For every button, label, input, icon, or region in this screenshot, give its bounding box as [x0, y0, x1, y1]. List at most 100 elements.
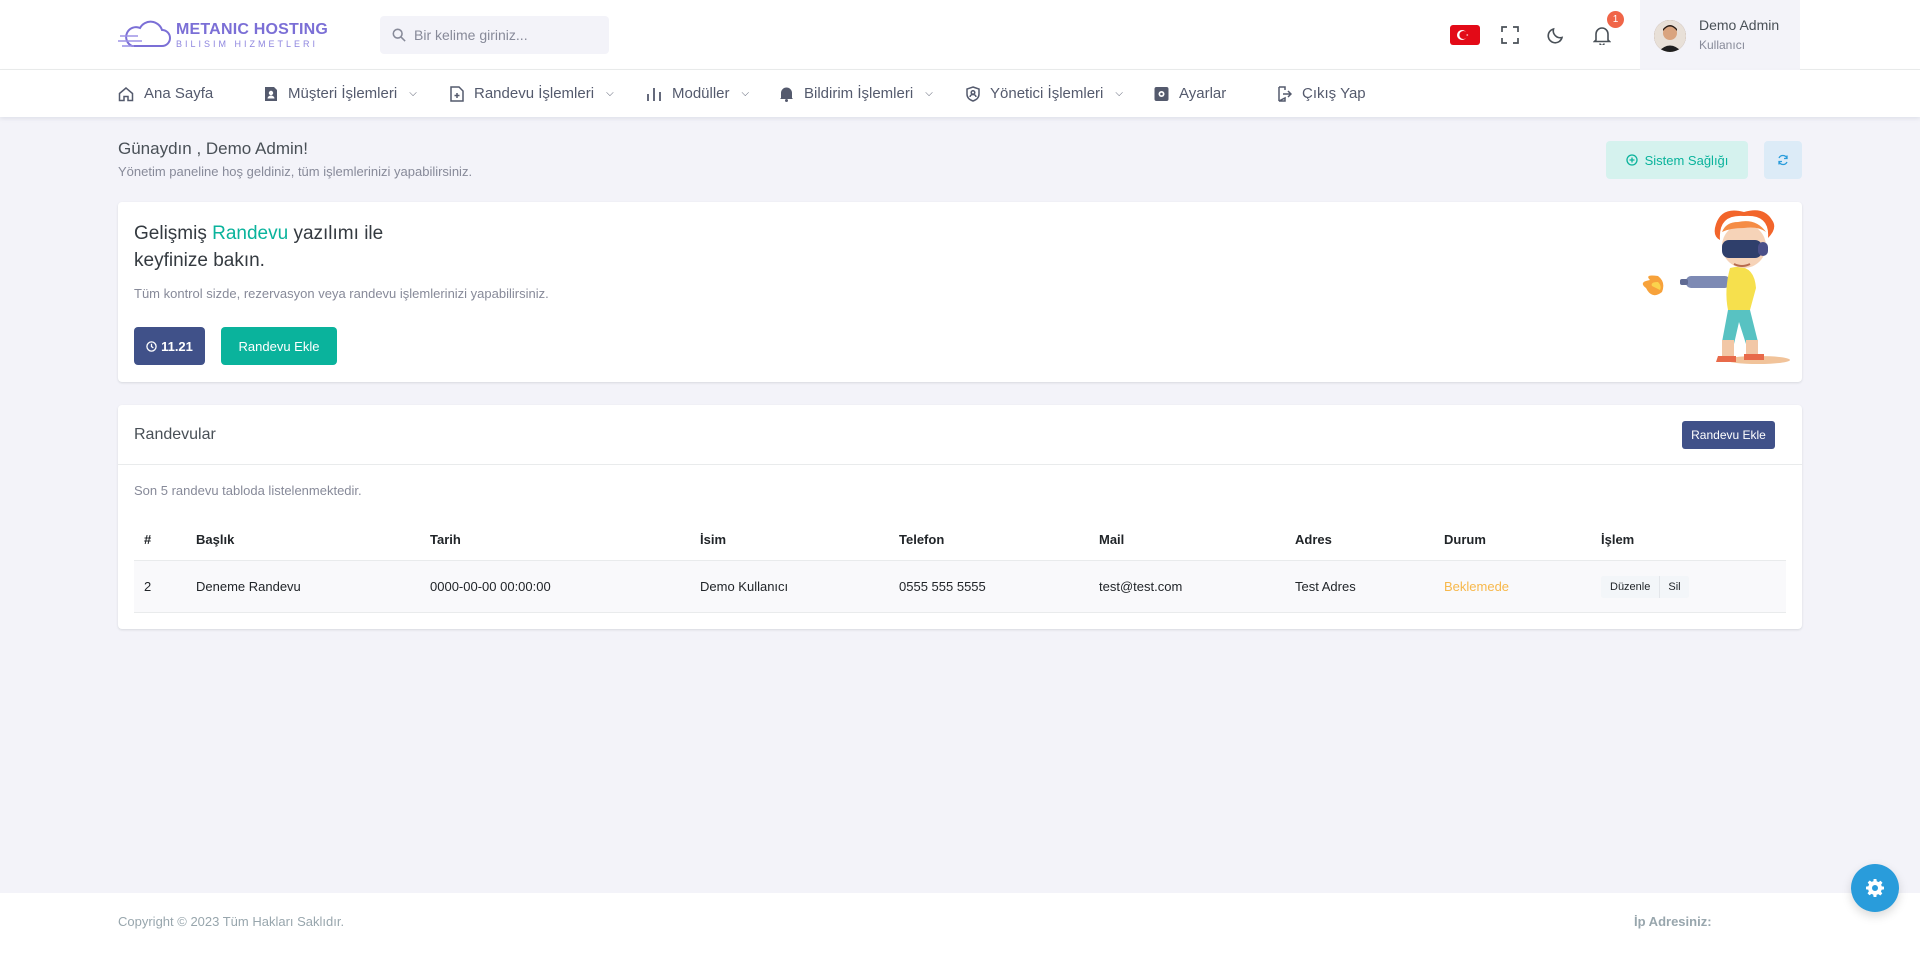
bell-icon: [780, 87, 793, 102]
nav-item-settings[interactable]: Ayarlar: [1154, 70, 1226, 117]
bar-chart-icon: [647, 87, 661, 101]
chevron-down-icon: ⌵: [606, 88, 614, 99]
column-header: İsim: [700, 532, 727, 547]
chevron-down-icon: ⌵: [925, 88, 933, 99]
hero-description: Tüm kontrol sizde, rezervasyon veya rand…: [134, 286, 549, 301]
nav-item-appointments-label: Randevu İşlemleri: [474, 85, 595, 102]
plus-circle-icon: [1625, 154, 1638, 166]
search-icon: [392, 28, 406, 42]
cell-address: Test Adres: [1295, 579, 1356, 594]
table-row: 2 Deneme Randevu 0000-00-00 00:00:00 Dem…: [134, 561, 1786, 613]
nav-item-home[interactable]: Ana Sayfa: [118, 70, 213, 117]
clock-button[interactable]: 11.21: [134, 327, 205, 365]
bell-icon: [1593, 26, 1611, 45]
page-title: Günaydın , Demo Admin!: [118, 139, 308, 158]
clock-icon: [146, 340, 157, 352]
nav-item-settings-label: Ayarlar: [1179, 85, 1227, 102]
appointments-table: # Başlık Tarih İsim Telefon Mail Adres D…: [134, 519, 1786, 613]
search-input[interactable]: [414, 27, 594, 43]
welcome-card: Gelişmiş Randevu yazılımı ile keyfinize …: [118, 202, 1802, 382]
chevron-down-icon: ⌵: [741, 88, 750, 99]
table-header: # Başlık Tarih İsim Telefon Mail Adres D…: [134, 519, 1786, 561]
vr-gamer-illustration: [1642, 210, 1790, 364]
user-menu[interactable]: Demo Admin Kullanıcı: [1640, 0, 1800, 70]
hero-title-accent: Randevu: [212, 223, 289, 244]
moon-icon: [1547, 27, 1564, 44]
cloud-logo-icon: [118, 20, 171, 47]
search-box: [380, 16, 609, 54]
cell-id: 2: [144, 579, 152, 594]
appointments-card: Randevular Randevu Ekle Son 5 randevu ta…: [118, 405, 1802, 629]
user-name: Demo Admin: [1699, 17, 1780, 33]
cell-mail: test@test.com: [1099, 579, 1183, 594]
turkey-flag-icon: [1457, 30, 1469, 40]
nav-item-notifications[interactable]: Bildirim İşlemleri ⌵: [779, 70, 933, 117]
avatar: [1654, 20, 1686, 52]
language-flag-button[interactable]: [1450, 25, 1480, 45]
nav-item-notifications-label: Bildirim İşlemleri: [804, 85, 914, 102]
ip-address-label: İp Adresiniz:: [1634, 914, 1712, 929]
add-appointment-button[interactable]: Randevu Ekle: [221, 327, 337, 365]
nav-item-admin-label: Yönetici İşlemleri: [990, 85, 1104, 102]
hero-title-end: yazılımı ile: [288, 223, 384, 244]
user-avatar-icon: [1654, 20, 1686, 52]
chevron-down-icon: ⌵: [409, 88, 417, 99]
home-icon: [118, 86, 134, 101]
settings-icon: [1154, 86, 1169, 101]
hero-title-start: Gelişmiş: [134, 223, 213, 244]
appointments-card-header: Randevular Randevu Ekle: [118, 405, 1802, 465]
appointments-title: Randevular: [134, 426, 216, 443]
system-health-button[interactable]: Sistem Sağlığı: [1606, 141, 1748, 179]
shield-user-icon: [966, 85, 980, 102]
hero-title-line2: keyfinize bakın.: [134, 250, 265, 271]
refresh-button[interactable]: [1764, 141, 1802, 179]
copyright-text: Copyright © 2023 Tüm Hakları Saklıdır.: [118, 914, 345, 929]
column-header: Adres: [1295, 532, 1332, 547]
page-subtitle: Yönetim paneline hoş geldiniz, tüm işlem…: [118, 164, 473, 179]
column-header: Mail: [1099, 532, 1125, 547]
system-health-label: Sistem Sağlığı: [1644, 152, 1729, 168]
nav-item-home-label: Ana Sayfa: [144, 85, 214, 102]
nav-item-logout-label: Çıkış Yap: [1302, 85, 1366, 102]
column-header: #: [144, 532, 152, 547]
column-header: Başlık: [196, 532, 235, 547]
add-appointment-button[interactable]: Randevu Ekle: [1682, 421, 1775, 449]
column-header: Telefon: [899, 532, 945, 547]
hero-title: Gelişmiş Randevu yazılımı ile keyfinize …: [134, 220, 383, 274]
column-header: İşlem: [1601, 532, 1635, 547]
status-badge: Beklemede: [1444, 579, 1510, 594]
nav-item-admin[interactable]: Yönetici İşlemleri ⌵: [966, 70, 1123, 117]
cell-actions: Düzenle Sil: [1601, 561, 1689, 612]
user-role: Kullanıcı: [1699, 38, 1746, 52]
brand-logo[interactable]: METANIC HOSTING BILISIM HIZMETLERI: [118, 18, 328, 52]
main-navigation: Ana Sayfa Müşteri İşlemleri ⌵ Randevu İş…: [0, 70, 1920, 117]
fullscreen-icon: [1501, 26, 1519, 44]
nav-item-modules-label: Modüller: [672, 85, 730, 102]
nav-item-customers-label: Müşteri İşlemleri: [288, 85, 398, 102]
nav-item-appointments[interactable]: Randevu İşlemleri ⌵: [450, 70, 614, 117]
contact-card-icon: [265, 86, 277, 101]
delete-button[interactable]: Sil: [1660, 575, 1689, 598]
cell-name: Demo Kullanıcı: [700, 579, 789, 594]
cell-phone: 0555 555 5555: [899, 579, 986, 594]
logout-icon: [1278, 85, 1292, 102]
column-header: Durum: [1444, 532, 1486, 547]
cell-title: Deneme Randevu: [196, 579, 301, 594]
nav-item-customers[interactable]: Müşteri İşlemleri ⌵: [264, 70, 417, 117]
brand-subtitle: BILISIM HIZMETLERI: [176, 38, 319, 49]
nav-item-modules[interactable]: Modüller ⌵: [646, 70, 749, 117]
customizer-button[interactable]: [1851, 864, 1899, 912]
dark-mode-button[interactable]: [1543, 22, 1569, 48]
column-header: Tarih: [430, 532, 461, 547]
nav-item-logout[interactable]: Çıkış Yap: [1277, 70, 1366, 117]
row-action-group: Düzenle Sil: [1601, 575, 1689, 598]
cell-date: 0000-00-00 00:00:00: [430, 579, 551, 594]
fullscreen-button[interactable]: [1497, 22, 1523, 48]
footer: Copyright © 2023 Tüm Hakları Saklıdır. İ…: [0, 893, 1920, 953]
top-header: METANIC HOSTING BILISIM HIZMETLERI 1: [0, 0, 1920, 70]
edit-button[interactable]: Düzenle: [1601, 575, 1661, 598]
appointments-description: Son 5 randevu tabloda listelenmektedir.: [134, 483, 362, 498]
gear-icon: [1866, 879, 1884, 897]
brand-title: METANIC HOSTING: [176, 20, 329, 38]
file-add-icon: [450, 85, 464, 102]
